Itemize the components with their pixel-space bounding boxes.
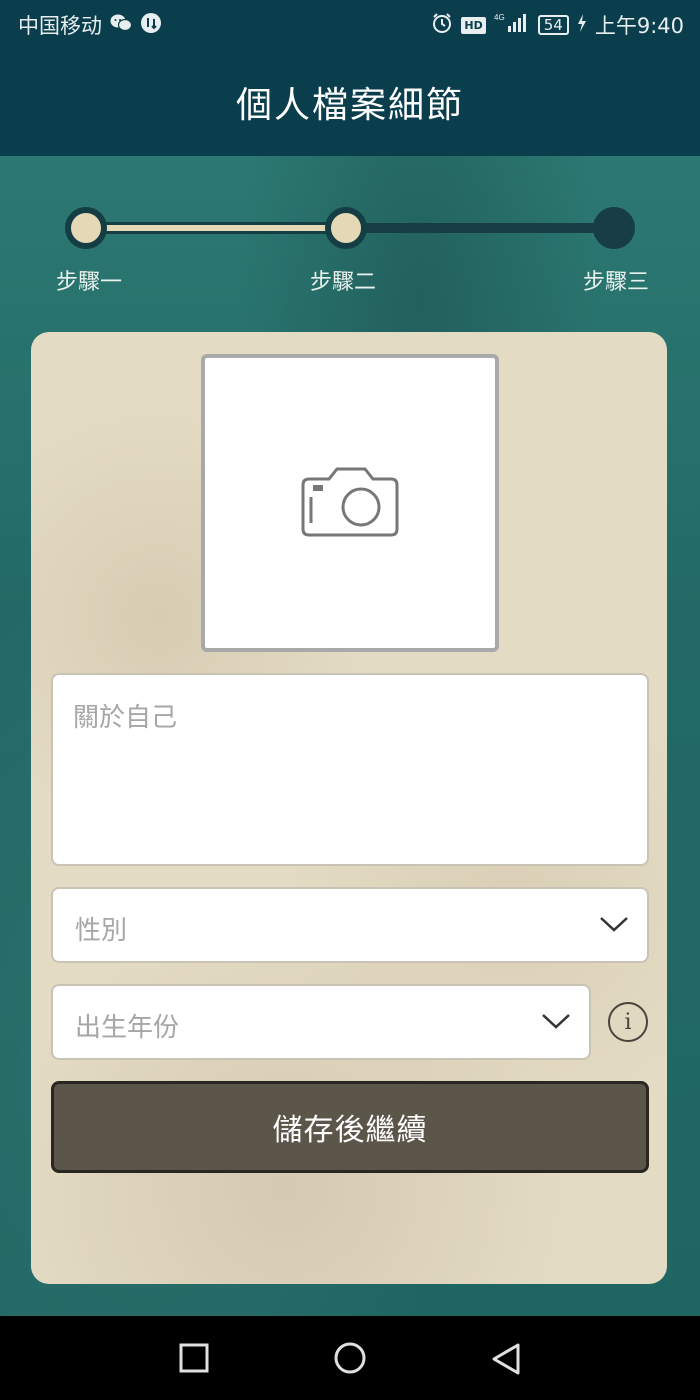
step-3-dot[interactable] bbox=[593, 207, 635, 249]
step-1-label: 步驟一 bbox=[56, 270, 123, 295]
status-right: HD 4G 54 上午9:40 bbox=[431, 10, 684, 40]
about-me-textarea[interactable]: 關於自己 bbox=[51, 673, 649, 866]
step-connector-pending bbox=[346, 223, 614, 233]
step-connector-completed bbox=[86, 222, 348, 234]
step-2-label: 步驟二 bbox=[310, 270, 377, 295]
status-left: 中国移动 bbox=[18, 10, 162, 40]
battery-icon: 54 bbox=[537, 15, 569, 35]
status-bar: 中国移动 HD 4G 54 上午9:40 bbox=[0, 0, 700, 48]
home-circle-icon[interactable] bbox=[332, 1342, 368, 1382]
about-me-placeholder: 關於自己 bbox=[73, 703, 178, 733]
gender-placeholder: 性別 bbox=[75, 916, 128, 946]
hd-icon: HD bbox=[461, 16, 486, 34]
app-header: 個人檔案細節 bbox=[0, 48, 700, 156]
gender-select[interactable]: 性別 bbox=[51, 887, 649, 963]
progress-stepper: 步驟一 步驟二 步驟三 bbox=[0, 156, 700, 326]
step-1-dot[interactable] bbox=[65, 207, 107, 249]
chevron-down-icon bbox=[541, 1012, 571, 1034]
profile-form-card: 關於自己 性別 出生年份 i 儲存後繼續 bbox=[31, 332, 667, 1284]
status-time: 上午9:40 bbox=[594, 14, 684, 38]
main-content: 步驟一 步驟二 步驟三 關於自己 性別 出生年份 i 儲存後繼續 bbox=[0, 156, 700, 1316]
step-2-dot[interactable] bbox=[325, 207, 367, 249]
back-triangle-icon[interactable] bbox=[490, 1342, 522, 1382]
info-icon[interactable]: i bbox=[608, 1002, 648, 1042]
photo-upload-button[interactable] bbox=[201, 354, 499, 652]
chevron-down-icon bbox=[599, 915, 629, 937]
download-badge-icon bbox=[140, 12, 162, 39]
svg-text:4G: 4G bbox=[494, 13, 505, 22]
birth-year-select[interactable]: 出生年份 bbox=[51, 984, 591, 1060]
wechat-icon bbox=[110, 13, 133, 38]
birth-year-placeholder: 出生年份 bbox=[75, 1013, 180, 1043]
recents-square-icon[interactable] bbox=[178, 1342, 210, 1378]
charging-icon bbox=[577, 13, 587, 38]
alarm-icon bbox=[431, 12, 453, 39]
camera-icon bbox=[301, 465, 399, 541]
page-title: 個人檔案細節 bbox=[235, 85, 464, 126]
signal-icon: 4G bbox=[494, 12, 530, 39]
system-nav-bar bbox=[0, 1316, 700, 1400]
save-and-continue-button[interactable]: 儲存後繼續 bbox=[51, 1081, 649, 1173]
step-3-label: 步驟三 bbox=[583, 270, 650, 295]
carrier-name: 中国移动 bbox=[18, 14, 102, 38]
